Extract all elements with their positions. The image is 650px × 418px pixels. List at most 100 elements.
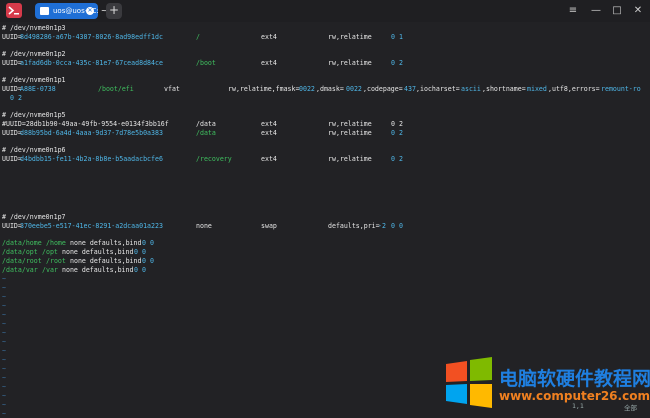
fstab-field: 0022 [346, 85, 362, 93]
fstab-field: /data/root [2, 257, 42, 265]
fstab-field: 0022 [299, 85, 315, 93]
fstab-field: /data/opt [2, 248, 38, 256]
empty-line-tilde: ~ [2, 401, 6, 409]
fstab-field: / [196, 33, 200, 41]
empty-line-tilde: ~ [2, 320, 6, 328]
tab-close-icon[interactable]: ✕ [86, 7, 94, 15]
empty-line-tilde: ~ [2, 293, 6, 301]
fstab-field: UUID= [2, 129, 22, 137]
empty-line-tilde: ~ [2, 284, 6, 292]
fstab-field: ,codepage= [363, 85, 403, 93]
empty-line-tilde: ~ [2, 356, 6, 364]
fstab-field: ,shortname= [482, 85, 526, 93]
fstab-field: /var [42, 266, 58, 274]
fstab-field: remount-ro [601, 85, 641, 93]
fstab-field: ascii [461, 85, 481, 93]
empty-line-tilde: ~ [2, 347, 6, 355]
minimize-icon[interactable]: — [589, 4, 603, 18]
fstab-field: 0 1 [391, 33, 403, 41]
fstab-field: 0 2 [391, 155, 403, 163]
fstab-field: swap [261, 222, 277, 230]
fstab-field: /data [196, 120, 216, 128]
fstab-field: none defaults,bind [62, 266, 134, 274]
fstab-field: none defaults,bind [62, 248, 134, 256]
tab-title: uos@uos-PC: ~ [53, 7, 107, 15]
fstab-field: ,dmask= [316, 85, 344, 93]
cursor-position: 1,1 [572, 402, 584, 410]
fstab-field: -2 [378, 222, 386, 230]
fstab-field: /recovery [196, 155, 232, 163]
fstab-field: /boot/efi [98, 85, 134, 93]
fstab-field: 0 0 [142, 239, 154, 247]
fstab-field: UUID= [2, 59, 22, 67]
terminal-tab-icon [40, 7, 49, 15]
fstab-field: rw,relatime [328, 33, 372, 41]
empty-line-tilde: ~ [2, 383, 6, 391]
fstab-field: ext4 [261, 33, 277, 41]
fstab-field: ext4 [261, 155, 277, 163]
empty-line-tilde: ~ [2, 302, 6, 310]
fstab-field: 0 0 [134, 266, 146, 274]
fstab-field: # /dev/nvme0n1p7 [2, 213, 66, 221]
fstab-field: /data [196, 129, 216, 137]
fstab-field: A88E-0738 [20, 85, 56, 93]
fstab-field: # /dev/nvme0n1p5 [2, 111, 66, 119]
fstab-field: a1fad6db-0cca-435c-81e7-67cead8d84ce [20, 59, 163, 67]
menu-icon[interactable]: ≡ [566, 4, 580, 18]
fstab-field: UUID= [2, 33, 22, 41]
fstab-field: ,iocharset= [416, 85, 460, 93]
fstab-field: 0 2 [10, 94, 22, 102]
fstab-field: ,utf8,errors= [548, 85, 600, 93]
fstab-field: # /dev/nvme0n1p6 [2, 146, 66, 154]
fstab-field: ext4 [261, 120, 277, 128]
terminal-app-icon[interactable] [6, 3, 22, 18]
empty-line-tilde: ~ [2, 374, 6, 382]
fstab-field: rw,relatime [328, 120, 372, 128]
fstab-field: d4bdbb15-fe11-4b2a-8b8e-b5aadacbcfe6 [20, 155, 163, 163]
empty-line-tilde: ~ [2, 338, 6, 346]
fstab-field: /home [46, 239, 66, 247]
watermark-title: 电脑软硬件教程网 [499, 368, 650, 390]
fstab-field: 0 0 [391, 222, 403, 230]
fstab-field: none defaults,bind [70, 239, 142, 247]
fstab-field: 370eebe5-e517-41ec-8291-a2dcaa01a223 [20, 222, 163, 230]
fstab-field: /root [46, 257, 66, 265]
empty-line-tilde: ~ [2, 275, 6, 283]
fstab-field: 437 [404, 85, 416, 93]
fstab-field: d88b95bd-6a4d-4aaa-9d37-7d78e5b0a383 [20, 129, 163, 137]
fstab-field: rw,relatime [328, 155, 372, 163]
fstab-field: # /dev/nvme0n1p1 [2, 76, 66, 84]
title-bar: uos@uos-PC: ~ ✕ + ≡ — □ ✕ [0, 0, 650, 22]
fstab-field: # /dev/nvme0n1p2 [2, 50, 66, 58]
watermark-url: www.computer26.com [499, 389, 650, 403]
tab-terminal-session[interactable]: uos@uos-PC: ~ ✕ [35, 3, 107, 19]
fstab-field: /data/home [2, 239, 42, 247]
fstab-field: vfat [164, 85, 180, 93]
close-icon[interactable]: ✕ [631, 4, 645, 18]
empty-line-tilde: ~ [2, 410, 6, 418]
fstab-field: 0 2 [391, 120, 403, 128]
fstab-field: /boot [196, 59, 216, 67]
fstab-field: /opt [42, 248, 58, 256]
scroll-status: 全部 [624, 404, 637, 412]
fstab-field: rw,relatime,fmask= [228, 85, 300, 93]
fstab-field: /data/var [2, 266, 38, 274]
fstab-field: ext4 [261, 59, 277, 67]
fstab-field: UUID= [2, 222, 22, 230]
fstab-field: # /dev/nvme0n1p3 [2, 24, 66, 32]
fstab-field: mixed [527, 85, 547, 93]
fstab-field: UUID= [2, 155, 22, 163]
terminal-text-area[interactable]: # /dev/nvme0n1p3 UUID= 8d498286-a67b-4387-… [0, 22, 650, 418]
fstab-field: rw,relatime [328, 129, 372, 137]
empty-line-tilde: ~ [2, 311, 6, 319]
fstab-field: 8d498286-a67b-4387-8026-8ad98edff1dc [20, 33, 163, 41]
fstab-field: #UUID=28db1b90-49aa-49fb-9554-e0134f3bb1… [2, 120, 169, 128]
fstab-field: 0 2 [391, 59, 403, 67]
fstab-field: none defaults,bind [70, 257, 142, 265]
fstab-field: 0 0 [142, 257, 154, 265]
fstab-field: none [196, 222, 212, 230]
fstab-field: UUID= [2, 85, 22, 93]
add-tab-icon[interactable]: + [106, 3, 122, 19]
maximize-icon[interactable]: □ [610, 4, 624, 18]
empty-line-tilde: ~ [2, 392, 6, 400]
